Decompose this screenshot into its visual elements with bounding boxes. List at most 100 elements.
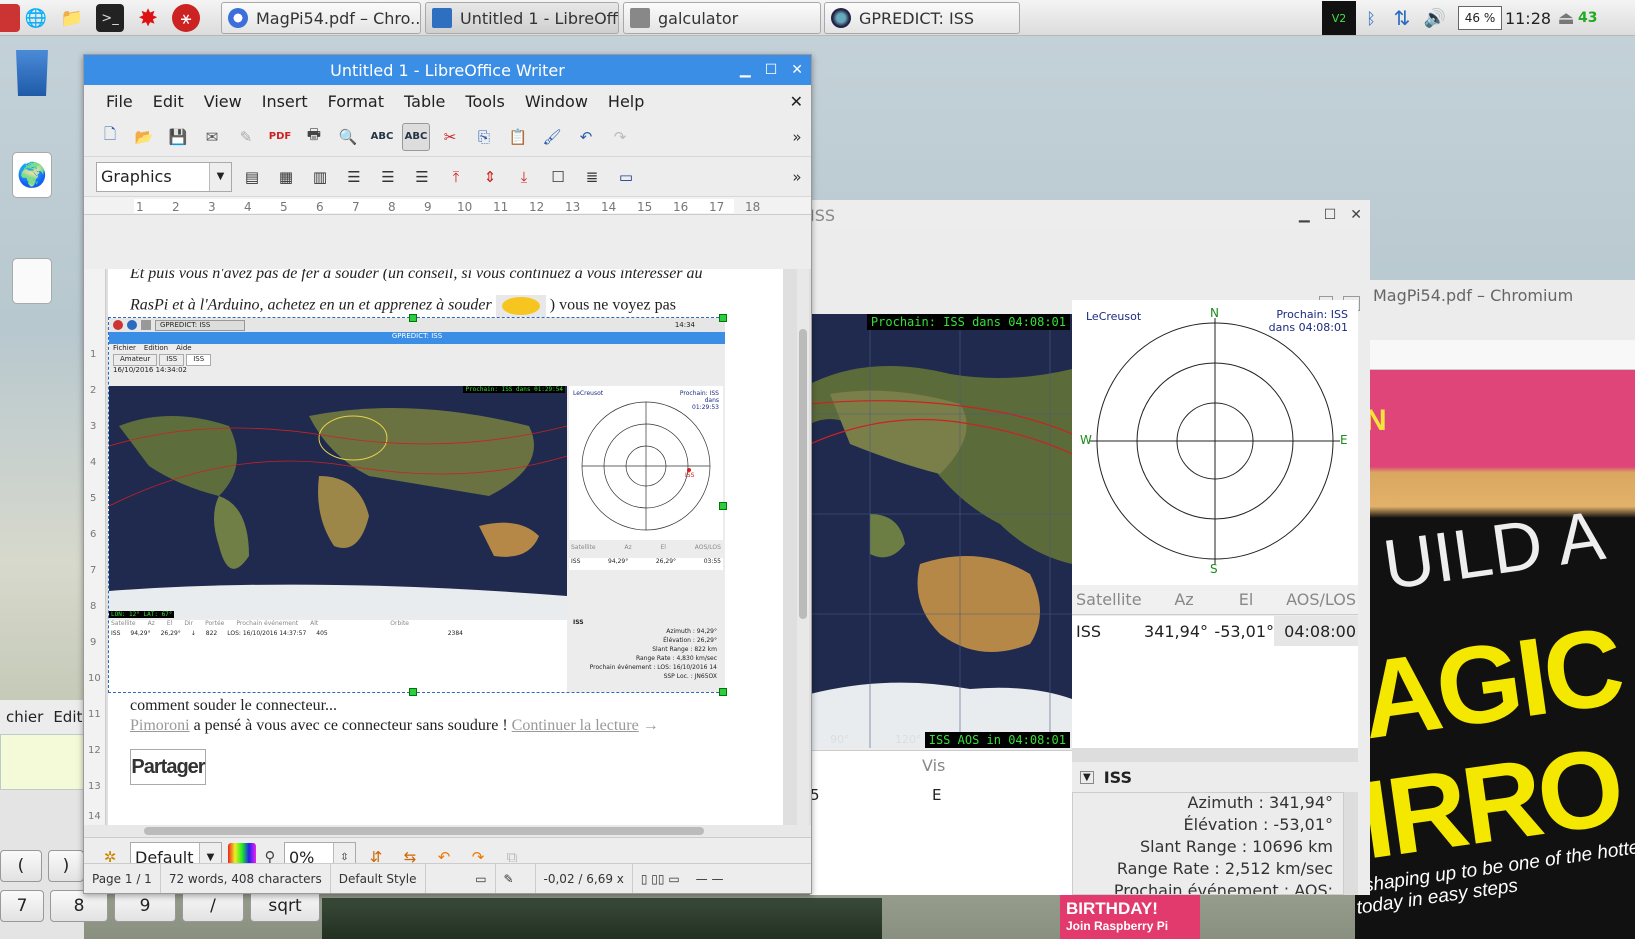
menu-tools[interactable]: Tools	[455, 92, 514, 111]
clone-formatting-icon[interactable]: 🖌	[538, 123, 566, 151]
redo-icon[interactable]: ↷	[606, 123, 634, 151]
menu-insert[interactable]: Insert	[252, 92, 318, 111]
status-style[interactable]: Default Style	[331, 864, 426, 893]
col-satellite[interactable]: Satellite	[1072, 590, 1154, 609]
calc-button-9[interactable]: 9	[114, 890, 176, 922]
wrap-off-icon[interactable]: ▤	[238, 163, 266, 191]
align-top-icon[interactable]: ⤒	[442, 163, 470, 191]
export-pdf-icon[interactable]: PDF	[266, 123, 294, 151]
calc-button-sqrt[interactable]: sqrt	[250, 890, 320, 922]
resize-handle-bottom[interactable]	[409, 688, 417, 696]
col-el[interactable]: El	[1214, 590, 1278, 609]
resize-handle-bottom-right[interactable]	[719, 688, 727, 696]
edit-mode-icon[interactable]: ✎	[232, 123, 260, 151]
view-layout-icon[interactable]: ▯ ▯▯ ▭	[633, 864, 688, 893]
link-continue-reading[interactable]: Continuer la lecture	[512, 717, 639, 734]
border-style-icon[interactable]: ≣	[578, 163, 606, 191]
status-words[interactable]: 72 words, 408 characters	[161, 864, 331, 893]
border-color-icon[interactable]: ▭	[612, 163, 640, 191]
open-folder-icon[interactable]: 📂	[130, 123, 158, 151]
align-left-icon[interactable]: ☰	[340, 163, 368, 191]
partial-menu-file[interactable]: chier	[0, 708, 49, 726]
polar-scrollbar[interactable]	[1072, 748, 1358, 762]
maximize-icon[interactable]: ☐	[765, 62, 778, 78]
calc-button-8[interactable]: 8	[50, 890, 108, 922]
paste-icon[interactable]: 📋	[504, 123, 532, 151]
task-gpredict[interactable]: GPREDICT: ISS	[824, 2, 1020, 34]
info-scrollbar[interactable]	[1344, 792, 1358, 895]
print-icon[interactable]: 🖶	[300, 123, 328, 151]
vertical-ruler[interactable]: 1 2 3 4 5 6 7 8 9 10 11 12 13 14	[84, 269, 106, 825]
status-page[interactable]: Page 1 / 1	[84, 864, 161, 893]
raspberry-menu-icon[interactable]	[0, 4, 20, 32]
col-az[interactable]: Az	[1154, 590, 1214, 609]
resize-handle-top-right[interactable]	[719, 314, 727, 322]
menu-table[interactable]: Table	[394, 92, 455, 111]
cut-icon[interactable]: ✂	[436, 123, 464, 151]
horizontal-ruler[interactable]: 1 2 3 4 5 6 7 8 9 10 11 12 13 14 15 16 17 18	[84, 197, 811, 215]
bluetooth-icon[interactable]: ᛒ	[1356, 9, 1386, 28]
menu-window[interactable]: Window	[515, 92, 598, 111]
vertical-scroll-thumb[interactable]	[799, 329, 807, 619]
share-button[interactable]: Partager	[130, 749, 206, 785]
document-page[interactable]: Et puis vous n'avez pas de fer à souder …	[108, 269, 783, 825]
menu-edit[interactable]: Edit	[143, 92, 194, 111]
task-galculator[interactable]: galculator	[623, 2, 821, 34]
globe-document-icon[interactable]: 🌍	[12, 152, 52, 198]
save-icon[interactable]: 💾	[164, 123, 192, 151]
wolfram-icon[interactable]: ⚹	[172, 4, 200, 32]
undo-icon[interactable]: ↶	[572, 123, 600, 151]
task-chromium[interactable]: MagPi54.pdf – Chro...	[221, 2, 421, 34]
info-expander[interactable]: ▼ ISS	[1072, 764, 1358, 790]
align-bottom-icon[interactable]: ⤓	[510, 163, 538, 191]
resize-handle-right[interactable]	[719, 502, 727, 510]
text-document-icon[interactable]	[12, 258, 52, 304]
zoom-slider[interactable]: — —	[688, 864, 732, 893]
copy-icon[interactable]: ⎘	[470, 123, 498, 151]
close-icon[interactable]: ✕	[791, 62, 803, 78]
paragraph-style-combo[interactable]: Graphics ▼	[96, 161, 232, 192]
trash-icon[interactable]	[16, 50, 48, 96]
col-vis[interactable]: Vis	[922, 756, 945, 775]
align-right-icon[interactable]: ☰	[408, 163, 436, 191]
calc-button-divide[interactable]: /	[182, 890, 244, 922]
clock[interactable]: 11:28	[1502, 9, 1554, 28]
terminal-icon[interactable]: >_	[96, 4, 124, 32]
horizontal-scrollbar[interactable]	[84, 825, 811, 837]
network-icon[interactable]: ⇅	[1386, 6, 1418, 30]
link-pimoroni[interactable]: Pimoroni	[130, 717, 190, 734]
menu-file[interactable]: File	[96, 92, 143, 111]
doc-modified-icon[interactable]: ✎	[496, 864, 536, 893]
eject-icon[interactable]: ⏏	[1554, 8, 1578, 29]
task-writer[interactable]: Untitled 1 - LibreOffic...	[425, 2, 619, 34]
close-icon[interactable]: ✕	[1350, 207, 1362, 223]
toolbar-overflow-icon[interactable]: »	[783, 123, 811, 151]
minimize-icon[interactable]: ▁	[1299, 207, 1310, 223]
horizontal-scroll-thumb[interactable]	[144, 827, 704, 835]
sat-table-row[interactable]: ISS 341,94° -53,01° 04:08:00	[1072, 616, 1358, 646]
minimize-icon[interactable]: ▁	[740, 62, 751, 78]
insert-mode-icon[interactable]: ▭	[426, 864, 496, 893]
volume-icon[interactable]: 🔊	[1418, 8, 1452, 29]
align-center-icon[interactable]: ☰	[374, 163, 402, 191]
maximize-icon[interactable]: ☐	[1324, 207, 1337, 223]
print-preview-icon[interactable]: 🔍	[334, 123, 362, 151]
mathematica-icon[interactable]: ✸	[134, 4, 162, 32]
embedded-image[interactable]: GPREDICT: ISS 14:34 GPREDICT: ISS Fichie…	[108, 314, 727, 696]
polar-view[interactable]: LeCreusot Prochain: ISS dans 04:08:01 N …	[1072, 300, 1358, 585]
wrap-page-icon[interactable]: ▦	[272, 163, 300, 191]
file-manager-icon[interactable]: 📁	[58, 4, 86, 32]
col-aos-los[interactable]: AOS/LOS	[1278, 590, 1358, 609]
calc-button-open-paren[interactable]: (	[0, 850, 42, 882]
menu-view[interactable]: View	[194, 92, 252, 111]
close-document-icon[interactable]: ✕	[780, 92, 811, 111]
calc-button-close-paren[interactable]: )	[48, 850, 84, 882]
autospellcheck-icon[interactable]: ABC	[402, 122, 430, 151]
resize-handle-top[interactable]	[409, 314, 417, 322]
vertical-scrollbar[interactable]	[797, 269, 809, 825]
toolbar-overflow-icon-2[interactable]: »	[783, 163, 811, 191]
world-map[interactable]: Prochain: ISS dans 04:08:01 ISS AOS in 0…	[810, 314, 1072, 748]
calc-button-7[interactable]: 7	[0, 890, 44, 922]
align-middle-icon[interactable]: ⇕	[476, 163, 504, 191]
web-browser-icon[interactable]: 🌐	[22, 4, 50, 32]
